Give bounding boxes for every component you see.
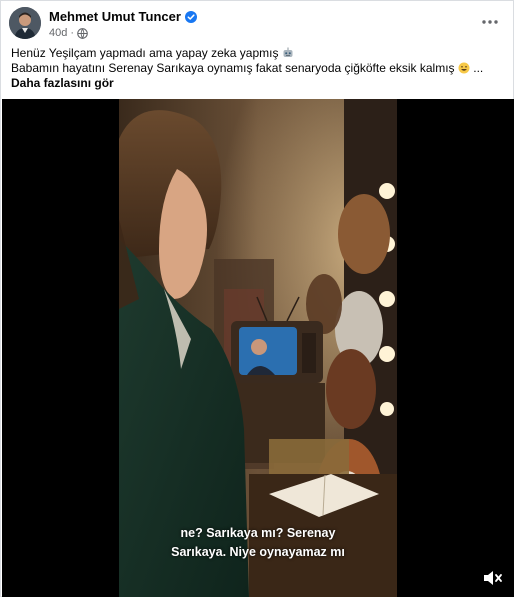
post-text-line-1: Henüz Yeşilçam yapmadı ama yapay zeka ya… (11, 46, 501, 61)
post-time[interactable]: 40d (49, 27, 67, 39)
subtitle-line-2: Sarıkaya. Niye oynayamaz mı (171, 545, 345, 559)
post-meta: 40d · (49, 27, 88, 39)
volume-muted-icon (484, 571, 502, 585)
post-header: Mehmet Umut Tuncer 40d · (9, 7, 505, 43)
video-player[interactable]: ne? Sarıkaya mı? Serenay Sarıkaya. Niye … (2, 99, 514, 597)
author-name[interactable]: Mehmet Umut Tuncer (49, 9, 197, 24)
globe-icon (77, 27, 88, 39)
video-subtitle: ne? Sarıkaya mı? Serenay Sarıkaya. Niye … (119, 524, 397, 562)
more-options-icon (482, 20, 498, 24)
post-text-line-2-text: Babamın hayatını Serenay Sarıkaya oynamı… (11, 61, 455, 75)
ellipsis: ... (473, 61, 484, 75)
see-more-link[interactable]: Daha fazlasını gör (11, 76, 114, 90)
author-name-text[interactable]: Mehmet Umut Tuncer (49, 9, 181, 24)
subtitle-line-1: ne? Sarıkaya mı? Serenay (180, 526, 336, 540)
video-still (119, 99, 397, 597)
verified-badge-icon (184, 10, 197, 23)
post-text-line-1-text: Henüz Yeşilçam yapmadı ama yapay zeka ya… (11, 46, 279, 60)
grinning-emoji-icon (458, 62, 470, 74)
post-text-line-2: Babamın hayatını Serenay Sarıkaya oynamı… (11, 61, 501, 91)
more-options-button[interactable] (479, 13, 501, 31)
mute-button[interactable] (482, 569, 504, 587)
facebook-post: Mehmet Umut Tuncer 40d · Henüz Yeşilçam … (0, 0, 514, 597)
post-text: Henüz Yeşilçam yapmadı ama yapay zeka ya… (11, 46, 501, 91)
robot-emoji-icon (282, 47, 294, 59)
author-avatar[interactable] (9, 7, 41, 39)
video-frame[interactable] (119, 99, 397, 597)
meta-separator: · (70, 27, 75, 39)
